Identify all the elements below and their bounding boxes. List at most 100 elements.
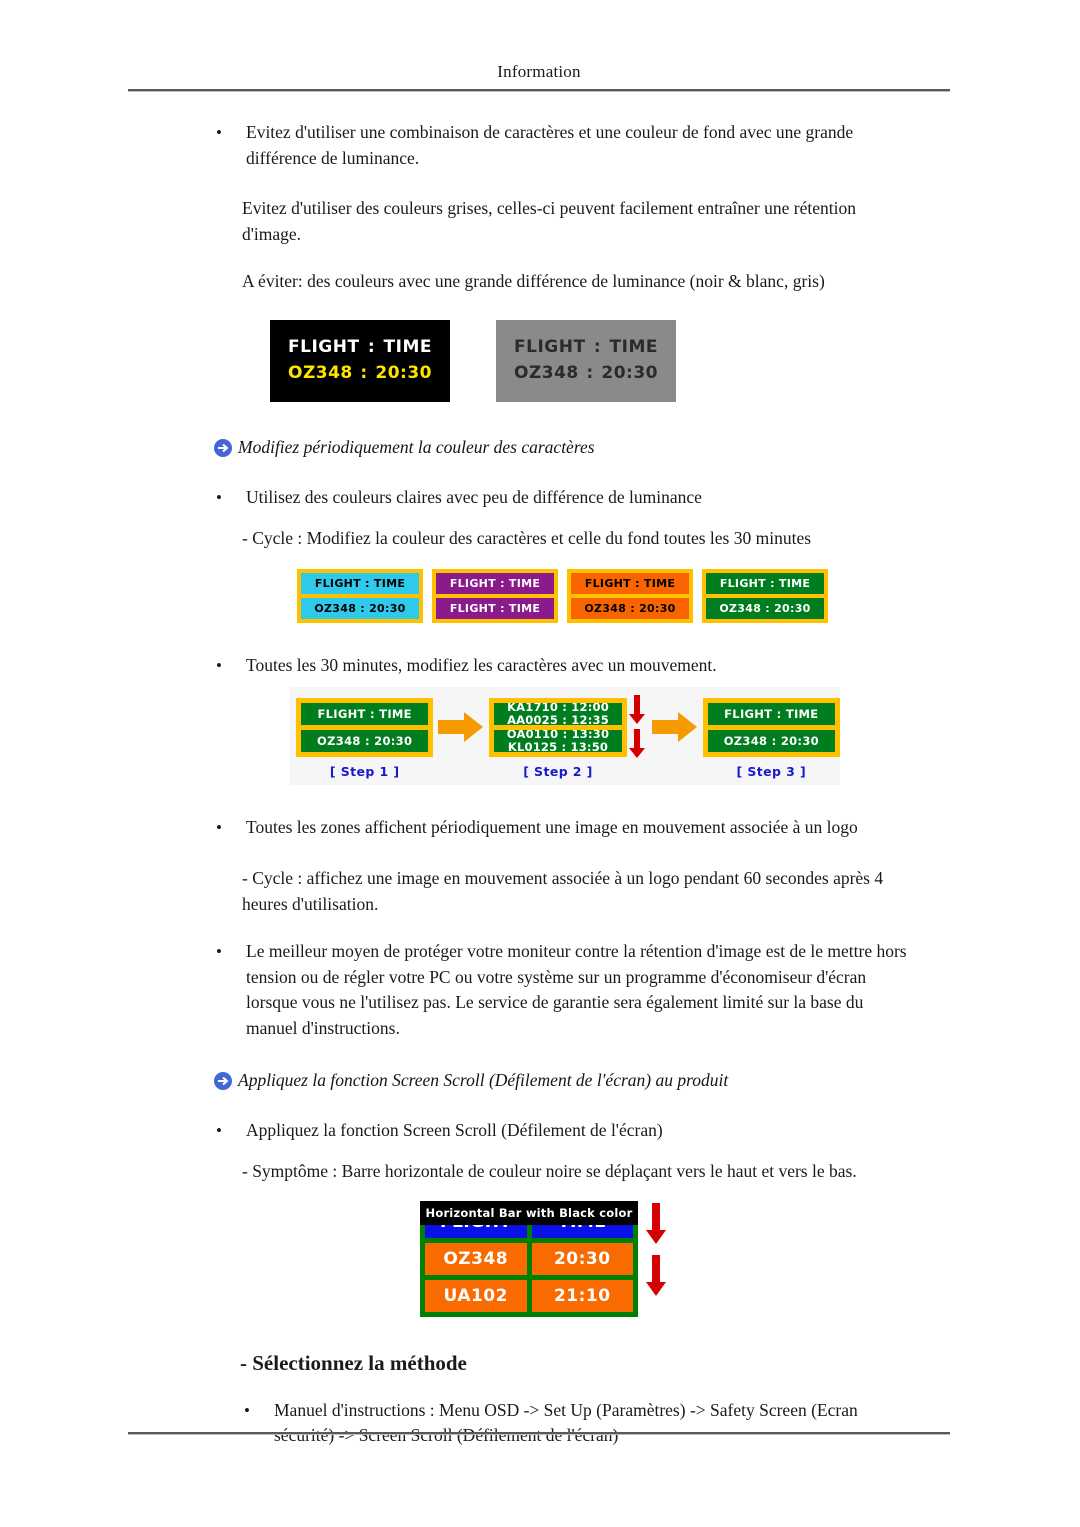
arrow-down-icon bbox=[646, 1254, 666, 1297]
gray-panel-head-left: FLIGHT bbox=[514, 336, 586, 357]
step3-line2: OZ348 : 20:30 bbox=[707, 729, 835, 752]
orange-panel-line1: FLIGHT : TIME bbox=[571, 573, 689, 594]
step1-line1: FLIGHT : TIME bbox=[301, 702, 429, 725]
bullet-marker: • bbox=[216, 656, 222, 675]
section-heading-screen-scroll: Appliquez la fonction Screen Scroll (Déf… bbox=[212, 1069, 912, 1092]
green-panel-line1: FLIGHT : TIME bbox=[706, 573, 824, 594]
step1-panel: FLIGHT : TIME OZ348 : 20:30 bbox=[296, 697, 434, 757]
black-panel-data-left: OZ348 bbox=[288, 362, 353, 383]
list-item: • Evitez d'utiliser une combinaison de c… bbox=[212, 120, 912, 171]
page-content: • Evitez d'utiliser une combinaison de c… bbox=[212, 120, 912, 1452]
arrow-right-circle-icon bbox=[212, 437, 234, 459]
paragraph-cycle-30min: - Cycle : Modifiez la couleur des caract… bbox=[242, 527, 812, 548]
arrow-down-icon bbox=[628, 695, 645, 725]
gray-panel-head-colon: : bbox=[593, 336, 602, 357]
step3-panel: FLIGHT : TIME OZ348 : 20:30 bbox=[702, 697, 840, 757]
purple-panel-line2: FLIGHT : TIME bbox=[436, 598, 554, 619]
bullet-marker: • bbox=[216, 487, 222, 507]
table-row: UA102 21:10 bbox=[425, 1279, 633, 1312]
step2-cell2-bottom: KL0125 : 13:50 bbox=[507, 739, 609, 752]
list-item-text: Appliquez la fonction Screen Scroll (Déf… bbox=[246, 1120, 663, 1140]
figure-contrast-samples: FLIGHT : TIME OZ348 : 20:30 FLIGHT : TIM… bbox=[270, 319, 912, 402]
list-item: • Manuel d'instructions : Menu OSD -> Se… bbox=[240, 1398, 912, 1449]
section-heading-text: Appliquez la fonction Screen Scroll (Déf… bbox=[238, 1070, 729, 1090]
list-item: • Toutes les zones affichent périodiquem… bbox=[212, 815, 912, 841]
board-row1-flight: OZ348 bbox=[425, 1242, 527, 1275]
step1-label: [ Step 1 ] bbox=[329, 764, 400, 779]
green-panel: FLIGHT : TIME OZ348 : 20:30 bbox=[702, 569, 828, 623]
paragraph-cycle-logo: - Cycle : affichez une image en mouvemen… bbox=[242, 868, 884, 914]
list-item: • Le meilleur moyen de protéger votre mo… bbox=[212, 939, 912, 1041]
step2-panel: KA1710 : 12:00 AA0025 : 12:35 OA0110 : 1… bbox=[489, 697, 627, 757]
step1-line2: OZ348 : 20:30 bbox=[301, 729, 429, 752]
step3-line1: FLIGHT : TIME bbox=[707, 702, 835, 725]
figure-black-bar-screen: FLIGHT TIME OZ348 20:30 UA102 21:10 Hori… bbox=[420, 1200, 912, 1317]
board-row1-time: 20:30 bbox=[531, 1242, 633, 1275]
figure-color-cycle: FLIGHT : TIME OZ348 : 20:30 FLIGHT : TIM… bbox=[297, 569, 912, 623]
scroll-direction-arrows bbox=[628, 695, 645, 759]
step2-cell2: OA0110 : 13:30 KL0125 : 13:50 bbox=[494, 729, 622, 752]
bullet-marker: • bbox=[216, 123, 222, 142]
orange-panel-line2: OZ348 : 20:30 bbox=[571, 598, 689, 619]
board-row2-time: 21:10 bbox=[531, 1279, 633, 1312]
bullet-marker: • bbox=[216, 1121, 222, 1140]
arrow-down-icon bbox=[628, 729, 645, 759]
paragraph-symptom: - Symptôme : Barre horizontale de couleu… bbox=[242, 1161, 857, 1181]
cyan-panel-line2: OZ348 : 20:30 bbox=[301, 598, 419, 619]
black-panel-head-left: FLIGHT bbox=[288, 336, 360, 357]
step2-cell1: KA1710 : 12:00 AA0025 : 12:35 bbox=[494, 702, 622, 725]
page-header-title: Information bbox=[497, 62, 581, 81]
green-panel-line2: OZ348 : 20:30 bbox=[706, 598, 824, 619]
list-item-text: Evitez d'utiliser une combinaison de car… bbox=[246, 122, 854, 168]
header-rule bbox=[128, 89, 950, 92]
black-panel-data-colon: : bbox=[360, 362, 368, 383]
step3-label: [ Step 3 ] bbox=[736, 764, 807, 779]
board-row2-flight: UA102 bbox=[425, 1279, 527, 1312]
cyan-panel: FLIGHT : TIME OZ348 : 20:30 bbox=[297, 569, 423, 623]
list-item-text: Toutes les zones affichent périodiquemen… bbox=[246, 817, 858, 837]
purple-panel-line1: FLIGHT : TIME bbox=[436, 573, 554, 594]
arrow-down-icon bbox=[646, 1202, 666, 1245]
gray-panel-data-left: OZ348 bbox=[514, 362, 579, 383]
bar-scroll-arrows bbox=[646, 1202, 666, 1297]
figure-step-sequence: FLIGHT : TIME OZ348 : 20:30 KA1710 : 12:… bbox=[290, 687, 912, 785]
section-heading-change-color: Modifiez périodiquement la couleur des c… bbox=[212, 436, 912, 459]
footer-rule bbox=[128, 1432, 950, 1435]
black-panel-head-colon: : bbox=[367, 336, 376, 357]
orange-panel: FLIGHT : TIME OZ348 : 20:30 bbox=[567, 569, 693, 623]
list-item: • Utilisez des couleurs claires avec peu… bbox=[212, 485, 912, 511]
black-panel-head-right: TIME bbox=[383, 336, 432, 357]
list-item-text: Toutes les 30 minutes, modifiez les cara… bbox=[246, 655, 717, 675]
flight-board-screen: FLIGHT TIME OZ348 20:30 UA102 21:10 Hori… bbox=[420, 1200, 638, 1317]
arrow-right-circle-icon bbox=[212, 1070, 234, 1092]
cyan-panel-line1: FLIGHT : TIME bbox=[301, 573, 419, 594]
list-item-text: Le meilleur moyen de protéger votre moni… bbox=[246, 941, 907, 1038]
bullet-marker: • bbox=[216, 942, 222, 961]
gray-panel-head-right: TIME bbox=[609, 336, 658, 357]
paragraph-gray-colors: Evitez d'utiliser des couleurs grises, c… bbox=[242, 198, 856, 244]
bullet-marker: • bbox=[244, 1400, 250, 1420]
horizontal-black-bar: Horizontal Bar with Black color bbox=[420, 1200, 638, 1225]
black-panel: FLIGHT : TIME OZ348 : 20:30 bbox=[270, 319, 450, 402]
black-panel-data-right: 20:30 bbox=[375, 362, 432, 383]
list-item-text: Utilisez des couleurs claires avec peu d… bbox=[246, 486, 702, 507]
gray-panel: FLIGHT : TIME OZ348 : 20:30 bbox=[496, 319, 676, 402]
purple-panel: FLIGHT : TIME FLIGHT : TIME bbox=[432, 569, 558, 623]
section-heading-text: Modifiez périodiquement la couleur des c… bbox=[238, 436, 595, 457]
list-item-text: Manuel d'instructions : Menu OSD -> Set … bbox=[274, 1399, 858, 1446]
step2-cell1-top: KA1710 : 12:00 bbox=[507, 702, 609, 714]
paragraph-avoid: A éviter: des couleurs avec une grande d… bbox=[242, 271, 825, 291]
